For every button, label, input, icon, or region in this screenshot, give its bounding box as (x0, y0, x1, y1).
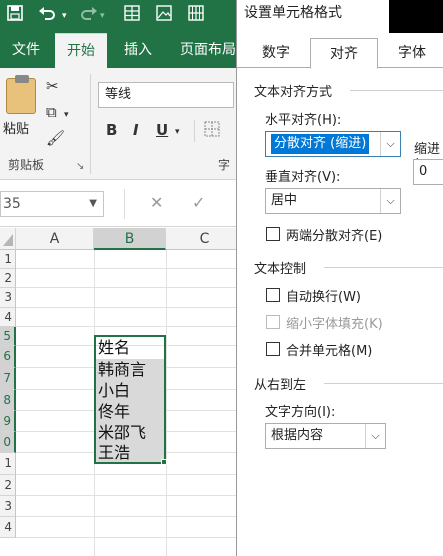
row-header[interactable]: 4 (0, 308, 16, 327)
row-header[interactable]: 6 (0, 346, 16, 368)
column-header-c[interactable]: C (166, 228, 244, 250)
format-painter-icon[interactable]: 🖌 (46, 129, 65, 147)
shrink-to-fit-label: 缩小字体填充(K) (286, 317, 383, 332)
row-header[interactable]: 3 (0, 288, 16, 308)
merge-cells-checkbox[interactable] (266, 342, 280, 356)
paste-icon[interactable] (6, 75, 36, 114)
vertical-align-label: 垂直对齐(V): (265, 170, 341, 185)
select-all-corner[interactable] (0, 228, 16, 250)
tab-file[interactable]: 文件 (0, 33, 52, 68)
format-divider (194, 120, 195, 142)
row-header[interactable]: 9 (0, 411, 16, 432)
group-divider (90, 74, 91, 174)
clipboard-launcher-icon[interactable]: ↘ (76, 158, 84, 176)
picture-icon[interactable] (156, 5, 172, 27)
indent-input[interactable]: 0 (413, 159, 443, 185)
dialog-tabs: 数字 对齐 字体 (237, 38, 443, 69)
vertical-align-value: 居中 (271, 193, 298, 208)
wrap-text-label[interactable]: 自动换行(W) (286, 286, 361, 305)
chevron-down-icon[interactable]: ▼ (89, 192, 97, 216)
row-header[interactable]: 2 (0, 475, 16, 496)
window-corner (389, 0, 443, 33)
text-direction-value: 根据内容 (271, 428, 324, 443)
name-box-value: 35 (3, 196, 21, 212)
horizontal-align-value: 分散对齐 (缩进) (271, 134, 370, 154)
baidu-jingyan-watermark: Baidu 经验 jingyan.baidu.com (300, 505, 440, 553)
redo-icon[interactable] (80, 5, 98, 27)
row-header[interactable]: 7 (0, 368, 16, 390)
undo-dropdown-icon[interactable]: ▾ (62, 5, 67, 27)
cell-b7[interactable]: 小白 (95, 381, 165, 402)
paste-button-label[interactable]: 粘贴 (3, 118, 29, 137)
column-header-a[interactable]: A (16, 228, 94, 250)
form-icon[interactable] (124, 5, 140, 27)
format-cells-dialog: 设置单元格格式 数字 对齐 字体 文本对齐方式 水平对齐(H): 分散对齐 (缩… (236, 0, 443, 556)
row-header[interactable]: 5 (0, 327, 16, 346)
cell-b5[interactable]: 姓名 (95, 337, 165, 360)
horizontal-align-label: 水平对齐(H): (265, 113, 342, 128)
wrap-text-checkbox[interactable] (266, 288, 280, 302)
copy-icon[interactable]: ⧉ (46, 103, 57, 121)
borders-icon[interactable] (204, 121, 220, 141)
justify-distributed-label[interactable]: 两端分散对齐(E) (286, 225, 382, 244)
text-direction-label: 文字方向(I): (265, 405, 336, 420)
grid-icon[interactable] (188, 5, 204, 27)
cell-b8[interactable]: 佟年 (95, 402, 165, 423)
underline-button[interactable]: U (156, 120, 168, 140)
vertical-align-select[interactable]: 居中 ⌵ (265, 188, 401, 214)
row-header[interactable]: 1 (0, 250, 16, 269)
row-header[interactable]: 3 (0, 496, 16, 517)
save-icon[interactable] (7, 5, 23, 27)
font-name-box[interactable]: 等线 (98, 82, 234, 108)
chevron-down-icon[interactable]: ⌵ (365, 424, 385, 448)
tab-insert[interactable]: 插入 (112, 33, 164, 68)
section-divider (324, 383, 443, 384)
undo-icon[interactable] (38, 5, 56, 27)
text-alignment-section-title: 文本对齐方式 (254, 85, 333, 100)
cell-b9[interactable]: 米邵飞 (95, 423, 165, 443)
merge-cells-label[interactable]: 合并单元格(M) (286, 340, 372, 359)
cell-b10[interactable]: 王浩 (95, 443, 165, 463)
rtl-section-title: 从右到左 (254, 378, 307, 393)
chevron-down-icon[interactable]: ⌵ (380, 189, 400, 213)
fbar-divider (124, 189, 125, 219)
cell-b6[interactable]: 韩商言 (95, 359, 165, 381)
row-header[interactable]: 0 (0, 432, 16, 453)
font-group-label: 字 (218, 158, 231, 172)
justify-distributed-checkbox[interactable] (266, 227, 280, 241)
fill-handle[interactable] (161, 459, 167, 465)
enter-check-icon[interactable]: ✓ (192, 193, 205, 212)
watermark-url: jingyan.baidu.com (320, 537, 413, 548)
gridline (166, 250, 167, 556)
column-header-b[interactable]: B (94, 228, 166, 250)
row-header[interactable]: 4 (0, 517, 16, 538)
row-header[interactable]: 8 (0, 390, 16, 411)
text-direction-select[interactable]: 根据内容 ⌵ (265, 423, 386, 449)
text-control-section-title: 文本控制 (254, 262, 307, 277)
row-header[interactable]: 1 (0, 453, 16, 475)
dialog-title: 设置单元格格式 (237, 0, 390, 28)
clipboard-group-label: 剪贴板 (8, 158, 45, 172)
tab-home[interactable]: 开始 (55, 33, 107, 68)
alignment-panel: 文本对齐方式 水平对齐(H): 分散对齐 (缩进) ⌵ 缩进( 垂直对齐(V):… (238, 69, 443, 556)
bold-button[interactable]: B (106, 120, 117, 140)
copy-dropdown-icon[interactable]: ▾ (64, 106, 69, 124)
watermark-product: 经验 (378, 513, 414, 534)
tab-alignment[interactable]: 对齐 (310, 38, 378, 69)
tab-font[interactable]: 字体 (380, 38, 443, 68)
italic-button[interactable]: I (133, 120, 139, 140)
cancel-icon[interactable]: ✕ (150, 193, 163, 212)
cut-icon[interactable]: ✂ (46, 77, 59, 95)
tab-number[interactable]: 数字 (243, 38, 309, 68)
chevron-down-icon[interactable]: ⌵ (380, 132, 400, 156)
redo-dropdown-icon[interactable]: ▾ (100, 5, 105, 27)
watermark-brand: Baidu (300, 505, 373, 533)
horizontal-align-select[interactable]: 分散对齐 (缩进) ⌵ (265, 131, 401, 157)
section-divider (350, 90, 443, 91)
section-divider (324, 267, 443, 268)
shrink-to-fit-checkbox (266, 315, 280, 329)
row-header[interactable]: 2 (0, 269, 16, 288)
underline-dropdown-icon[interactable]: ▾ (175, 123, 180, 141)
name-box[interactable]: 35 ▼ (0, 191, 104, 217)
